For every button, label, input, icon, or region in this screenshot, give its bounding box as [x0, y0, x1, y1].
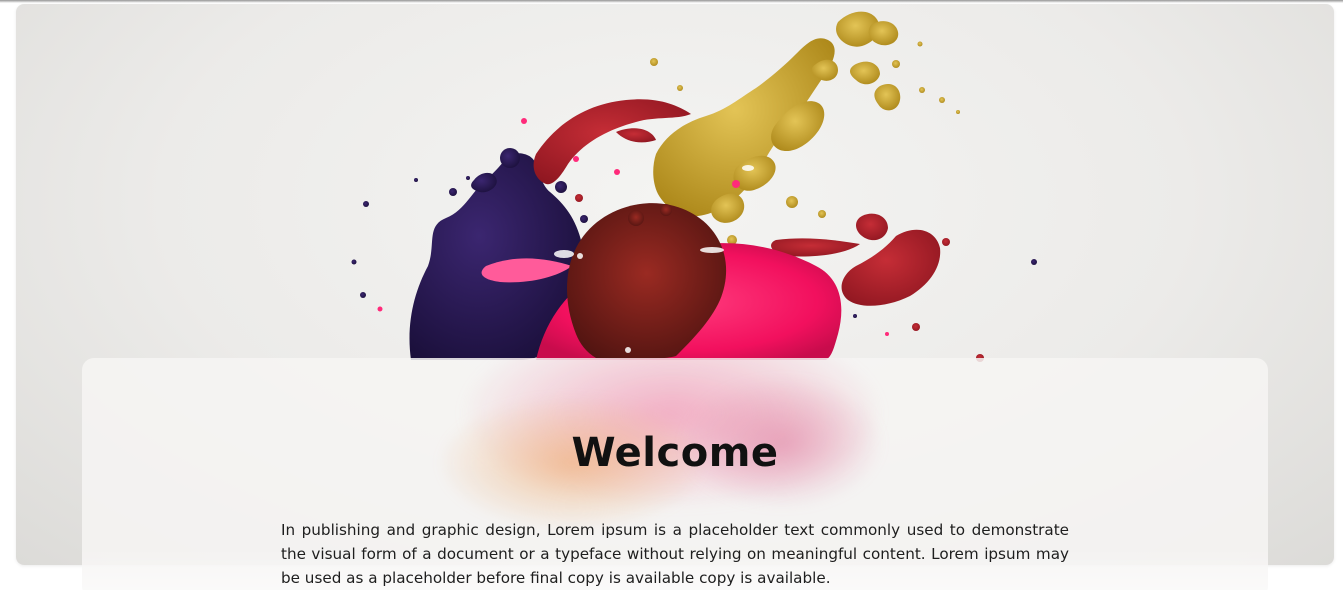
welcome-card: Welcome In publishing and graphic design…: [82, 358, 1268, 590]
intro-paragraph: In publishing and graphic design, Lorem …: [281, 521, 1069, 587]
welcome-title: Welcome: [571, 430, 779, 476]
page: Welcome In publishing and graphic design…: [0, 0, 1343, 590]
gold-splash: [650, 11, 960, 245]
header-shadow: [0, 0, 1343, 3]
